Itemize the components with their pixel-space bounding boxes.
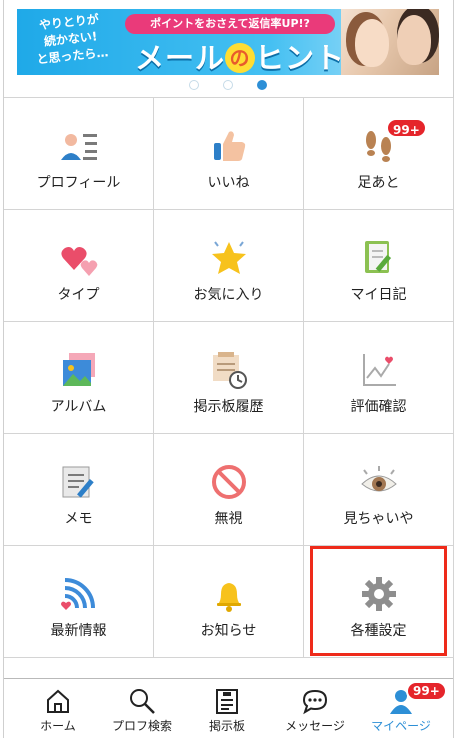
- menu-item-type[interactable]: タイプ: [4, 210, 154, 322]
- block-icon: [211, 465, 246, 499]
- menu-item-dont-look[interactable]: 見ちゃいや: [304, 434, 454, 546]
- carousel-indicator: [0, 80, 456, 92]
- news-feed-icon: [60, 578, 95, 610]
- menu-item-memo[interactable]: メモ: [4, 434, 154, 546]
- profile-icon: [60, 134, 97, 160]
- hearts-icon: [60, 247, 97, 276]
- menu-item-rating[interactable]: 評価確認: [304, 322, 454, 434]
- album-icon: [62, 353, 95, 386]
- menu-item-news[interactable]: 最新情報: [4, 546, 154, 658]
- banner-person: [397, 15, 431, 65]
- tab-label: 掲示板: [208, 719, 245, 733]
- menu-label: 足あと: [357, 175, 400, 191]
- bell-icon: [216, 583, 241, 612]
- carousel-dot-active[interactable]: [257, 80, 267, 90]
- menu-label: プロフィール: [36, 175, 121, 191]
- notification-badge: 99+: [406, 681, 447, 701]
- board-icon: [216, 689, 238, 714]
- tab-messages[interactable]: メッセージ: [270, 679, 360, 738]
- menu-label: お知らせ: [200, 623, 257, 639]
- banner-person: [355, 19, 389, 67]
- tab-label: プロフ検索: [111, 719, 172, 733]
- menu-label: 掲示板履歴: [193, 399, 264, 415]
- menu-item-settings[interactable]: 各種設定: [304, 546, 454, 658]
- menu-label: 各種設定: [350, 623, 407, 639]
- banner-tagline: やりとりが 続かない! と思ったら…: [18, 9, 123, 75]
- memo-icon: [62, 466, 94, 498]
- menu-grid: プロフィール いいね 99+ 足あと タイプ お気に入り マイ日記 アルバム 掲…: [4, 97, 454, 658]
- thumbs-up-icon: [213, 131, 245, 161]
- menu-label: マイ日記: [350, 287, 407, 303]
- diary-icon: [364, 241, 391, 273]
- menu-item-album[interactable]: アルバム: [4, 322, 154, 434]
- tab-label: メッセージ: [285, 719, 345, 733]
- banner-title-pre: メール: [135, 41, 226, 75]
- menu-label: メモ: [64, 511, 93, 527]
- banner-title-post: ヒント: [255, 41, 346, 75]
- tab-board[interactable]: 掲示板: [182, 679, 272, 738]
- banner-title: メールのヒント: [135, 35, 345, 75]
- carousel-dot[interactable]: [223, 80, 233, 90]
- menu-item-board-history[interactable]: 掲示板履歴: [154, 322, 304, 434]
- menu-item-footprints[interactable]: 99+ 足あと: [304, 98, 454, 210]
- banner-pill: ポイントをおさえて返信率UP!?: [125, 14, 335, 34]
- board-history-icon: [212, 352, 247, 389]
- star-icon: [211, 241, 246, 274]
- notification-badge: 99+: [386, 118, 427, 138]
- message-icon: [302, 689, 328, 715]
- banner-title-no: の: [225, 43, 256, 73]
- search-icon: [130, 689, 155, 714]
- tab-mypage[interactable]: 99+ マイページ: [356, 679, 447, 738]
- menu-item-notices[interactable]: お知らせ: [154, 546, 304, 658]
- menu-label: タイプ: [57, 287, 100, 303]
- menu-label: 無視: [214, 511, 243, 527]
- carousel-dot[interactable]: [189, 80, 199, 90]
- tab-label: マイページ: [371, 719, 431, 733]
- menu-label: お気に入り: [193, 287, 264, 303]
- menu-item-favorites[interactable]: お気に入り: [154, 210, 304, 322]
- rating-chart-icon: [362, 354, 396, 386]
- menu-item-ignore[interactable]: 無視: [154, 434, 304, 546]
- tab-profile-search[interactable]: プロフ検索: [97, 679, 187, 738]
- menu-item-diary[interactable]: マイ日記: [304, 210, 454, 322]
- menu-label: 見ちゃいや: [343, 511, 414, 527]
- menu-label: アルバム: [50, 399, 107, 415]
- home-icon: [47, 689, 69, 713]
- menu-label: 最新情報: [50, 623, 107, 639]
- gear-icon: [361, 577, 396, 611]
- menu-label: いいね: [207, 175, 250, 191]
- promo-banner[interactable]: やりとりが 続かない! と思ったら… ポイントをおさえて返信率UP!? メールの…: [17, 9, 439, 75]
- menu-item-likes[interactable]: いいね: [154, 98, 304, 210]
- eye-icon: [360, 466, 397, 492]
- menu-item-profile[interactable]: プロフィール: [4, 98, 154, 210]
- banner-photo: [341, 9, 439, 75]
- tab-home[interactable]: ホーム: [13, 679, 103, 738]
- tab-label: ホーム: [40, 719, 76, 733]
- bottom-tab-bar: ホーム プロフ検索 掲示板 メッセージ 99+ マイページ: [4, 678, 453, 738]
- menu-label: 評価確認: [350, 399, 407, 415]
